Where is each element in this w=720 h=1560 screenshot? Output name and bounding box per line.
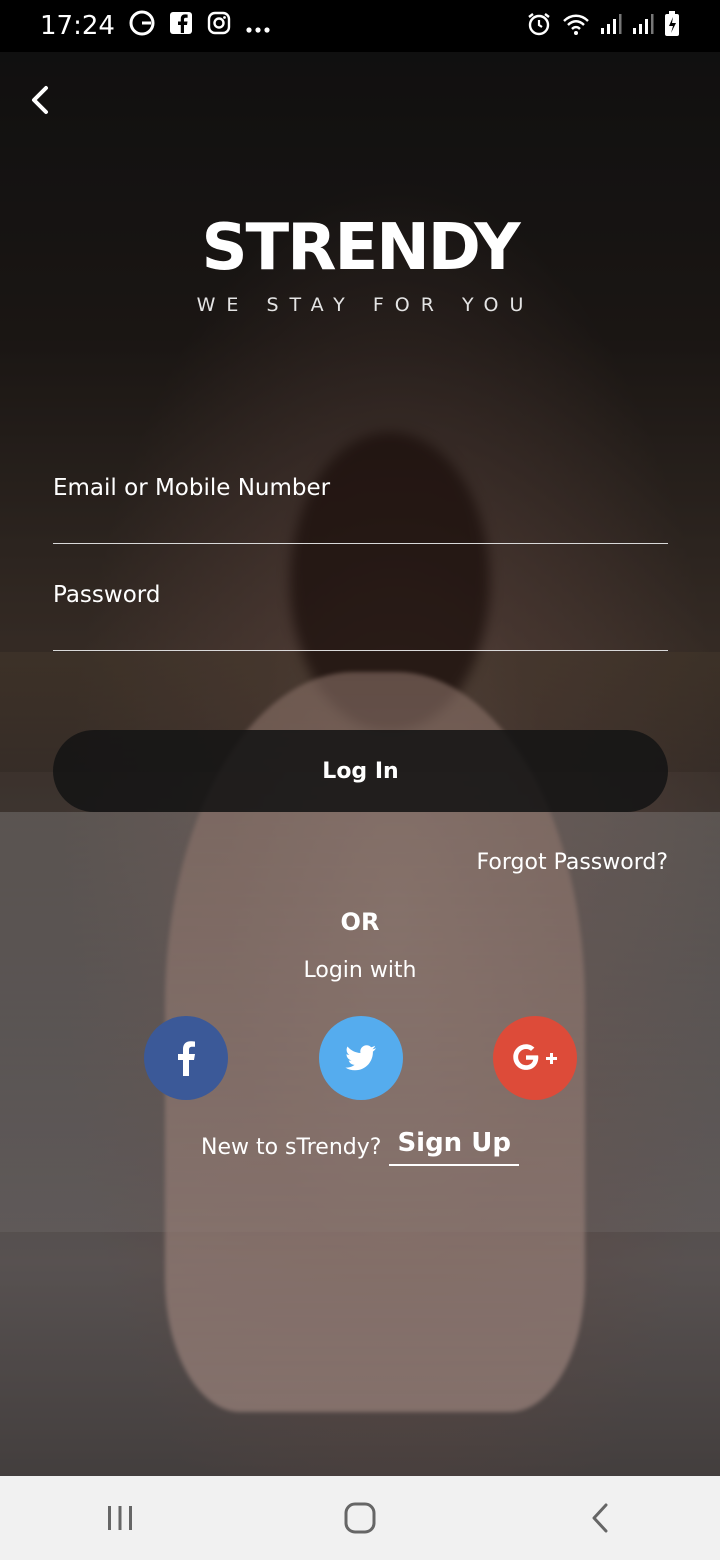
signup-link[interactable]: Sign Up bbox=[389, 1128, 519, 1166]
signal-icon-2 bbox=[632, 13, 654, 39]
home-button[interactable] bbox=[330, 1488, 390, 1548]
status-time: 17:24 bbox=[40, 11, 115, 41]
battery-icon bbox=[664, 11, 680, 41]
password-field[interactable]: Password bbox=[53, 572, 668, 651]
google-plus-icon bbox=[513, 1044, 557, 1070]
signup-row: New to sTrendy? Sign Up bbox=[0, 1128, 720, 1166]
alarm-icon bbox=[526, 11, 552, 41]
facebook-icon bbox=[178, 1041, 195, 1076]
more-icon bbox=[245, 12, 271, 40]
back-button[interactable] bbox=[22, 80, 58, 120]
twitter-bird-icon bbox=[345, 1045, 376, 1071]
google-icon bbox=[129, 10, 155, 42]
recent-apps-icon bbox=[108, 1506, 132, 1530]
signal-icon bbox=[600, 13, 622, 39]
wifi-icon bbox=[562, 12, 590, 40]
navigation-bar bbox=[0, 1476, 720, 1560]
status-right bbox=[526, 11, 680, 41]
status-bar: 17:24 bbox=[0, 0, 720, 52]
instagram-icon bbox=[207, 11, 231, 41]
google-login-button[interactable] bbox=[493, 1016, 577, 1100]
recent-apps-button[interactable] bbox=[90, 1488, 150, 1548]
forgot-password-link[interactable]: Forgot Password? bbox=[477, 850, 668, 875]
facebook-icon bbox=[169, 11, 193, 41]
brand-logo: STRENDY WE STAY FOR YOU bbox=[0, 212, 720, 316]
home-icon bbox=[344, 1502, 376, 1534]
tagline: WE STAY FOR YOU bbox=[196, 294, 535, 316]
signup-prompt: New to sTrendy? bbox=[201, 1135, 382, 1160]
or-divider: OR bbox=[340, 908, 380, 936]
status-left: 17:24 bbox=[40, 10, 271, 42]
back-icon bbox=[592, 1503, 608, 1533]
logo-text: STRENDY bbox=[201, 211, 520, 285]
chevron-left-icon bbox=[32, 86, 48, 114]
password-label: Password bbox=[53, 582, 161, 608]
nav-back-button[interactable] bbox=[570, 1488, 630, 1548]
login-button[interactable]: Log In bbox=[53, 730, 668, 812]
email-label: Email or Mobile Number bbox=[53, 475, 331, 501]
email-field[interactable]: Email or Mobile Number bbox=[53, 465, 668, 544]
login-with-text: Login with bbox=[303, 958, 417, 983]
twitter-login-button[interactable] bbox=[319, 1016, 403, 1100]
facebook-login-button[interactable] bbox=[144, 1016, 228, 1100]
